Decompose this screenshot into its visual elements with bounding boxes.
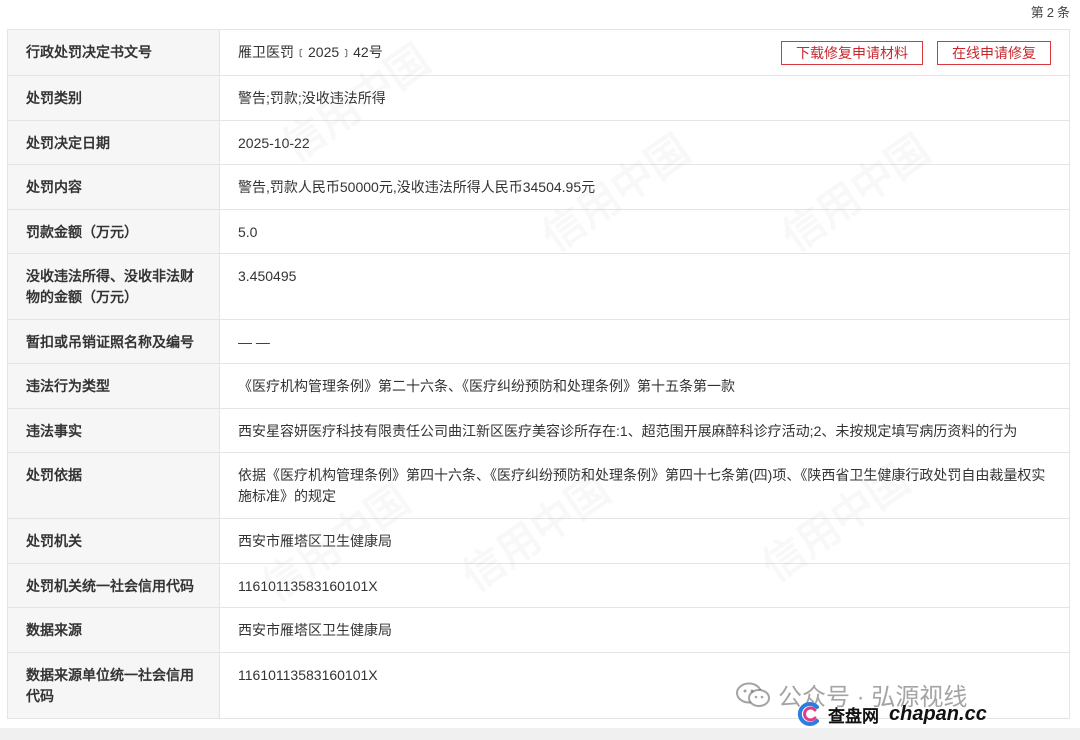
row-label: 数据来源单位统一社会信用代码 [7, 652, 220, 719]
row-label: 数据来源 [7, 607, 220, 653]
footer-divider [0, 728, 1080, 740]
row-label: 处罚决定日期 [7, 120, 220, 165]
row-label: 没收违法所得、没收非法财物的金额（万元） [7, 253, 220, 320]
record-number: 第2条 [1031, 2, 1070, 21]
chapan-logo-icon [797, 702, 819, 726]
site-domain: chapan.cc [889, 702, 987, 725]
row-label: 处罚机关统一社会信用代码 [7, 563, 220, 608]
row-value: 警告,罚款人民币50000元,没收违法所得人民币34504.95元 [219, 164, 1070, 210]
row-value: 西安市雁塔区卫生健康局 [219, 607, 1070, 653]
row-value: 西安星容妍医疗科技有限责任公司曲江新区医疗美容诊所存在:1、超范围开展麻醉科诊疗… [219, 408, 1070, 453]
row-label: 处罚机关 [7, 518, 220, 564]
overlay-brand: 公众号 · 弘源视线 查盘网 chapan.cc [736, 677, 1046, 727]
penalty-detail-table: 行政处罚决定书文号 雁卫医罚﹝2025﹞42号 下载修复申请材料 在线申请修复 … [7, 29, 1070, 719]
row-value: 《医疗机构管理条例》第二十六条、《医疗纠纷预防和处理条例》第十五条第一款 [219, 363, 1070, 409]
row-value: 西安市雁塔区卫生健康局 [219, 518, 1070, 564]
download-repair-materials-button[interactable]: 下载修复申请材料 [781, 41, 923, 65]
row-value: 3.450495 [219, 253, 1070, 320]
row-value: 2025-10-22 [219, 120, 1070, 165]
site-logo: 查盘网 chapan.cc [796, 701, 987, 727]
table-row: 处罚依据 依据《医疗机构管理条例》第四十六条、《医疗纠纷预防和处理条例》第四十七… [7, 452, 1070, 519]
row-label: 违法行为类型 [7, 363, 220, 409]
table-row: 违法事实 西安星容妍医疗科技有限责任公司曲江新区医疗美容诊所存在:1、超范围开展… [7, 408, 1070, 453]
site-name-cn: 查盘网 [828, 706, 879, 726]
penalty-detail-page: 第2条 行政处罚决定书文号 雁卫医罚﹝2025﹞42号 下载修复申请材料 在线申… [0, 0, 1080, 740]
row-value: 依据《医疗机构管理条例》第四十六条、《医疗纠纷预防和处理条例》第四十七条第(四)… [219, 452, 1070, 519]
row-label: 处罚类别 [7, 75, 220, 121]
row-label: 处罚内容 [7, 164, 220, 210]
record-suffix: 条 [1056, 5, 1070, 20]
table-row: 没收违法所得、没收非法财物的金额（万元） 3.450495 [7, 253, 1070, 320]
table-row: 处罚决定日期 2025-10-22 [7, 120, 1070, 165]
wechat-icon [736, 682, 770, 707]
table-row: 处罚内容 警告,罚款人民币50000元,没收违法所得人民币34504.95元 [7, 164, 1070, 210]
row-label: 处罚依据 [7, 452, 220, 519]
row-value: 警告;罚款;没收违法所得 [219, 75, 1070, 121]
row-value: — — [219, 319, 1070, 364]
row-value: 5.0 [219, 209, 1070, 254]
table-row: 行政处罚决定书文号 雁卫医罚﹝2025﹞42号 下载修复申请材料 在线申请修复 [7, 29, 1070, 76]
row-label: 违法事实 [7, 408, 220, 453]
online-repair-apply-button[interactable]: 在线申请修复 [937, 41, 1051, 65]
table-row: 处罚机关 西安市雁塔区卫生健康局 [7, 518, 1070, 564]
record-prefix: 第 [1030, 5, 1044, 20]
row-label: 行政处罚决定书文号 [7, 29, 220, 76]
repair-actions: 下载修复申请材料 在线申请修复 [781, 41, 1051, 65]
row-label: 暂扣或吊销证照名称及编号 [7, 319, 220, 364]
table-row: 违法行为类型 《医疗机构管理条例》第二十六条、《医疗纠纷预防和处理条例》第十五条… [7, 363, 1070, 409]
record-index: 2 [1046, 5, 1054, 20]
decision-number-value: 雁卫医罚﹝2025﹞42号 [238, 44, 383, 60]
table-row: 罚款金额（万元） 5.0 [7, 209, 1070, 254]
table-row: 处罚机关统一社会信用代码 11610113583160101X [7, 563, 1070, 608]
row-label: 罚款金额（万元） [7, 209, 220, 254]
row-value: 雁卫医罚﹝2025﹞42号 下载修复申请材料 在线申请修复 [219, 29, 1070, 76]
table-row: 暂扣或吊销证照名称及编号 — — [7, 319, 1070, 364]
table-row: 数据来源 西安市雁塔区卫生健康局 [7, 607, 1070, 653]
table-row: 处罚类别 警告;罚款;没收违法所得 [7, 75, 1070, 121]
row-value: 11610113583160101X [219, 563, 1070, 608]
